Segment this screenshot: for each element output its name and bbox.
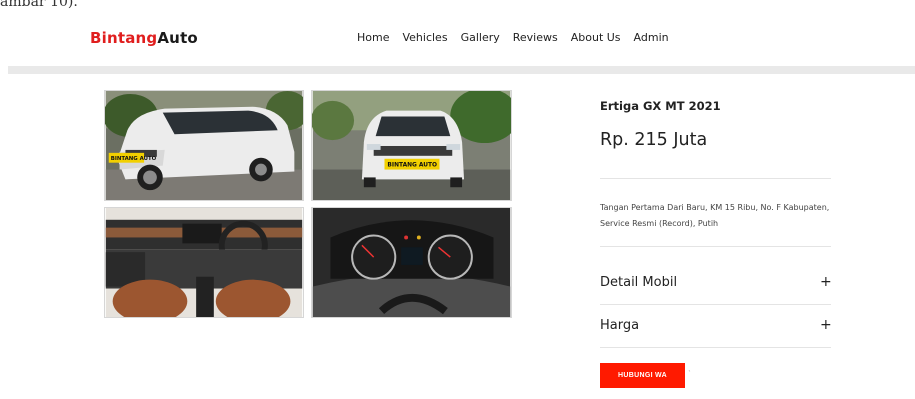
gallery-photo-car-side[interactable]: BINTANG AUTO (104, 90, 304, 201)
instrument-cluster-photo-icon (312, 208, 511, 317)
divider (600, 246, 831, 247)
nav-about-us[interactable]: About Us (571, 31, 621, 44)
listing-price: Rp. 215 Juta (600, 130, 708, 150)
nav-reviews[interactable]: Reviews (513, 31, 558, 44)
accordion-harga-label: Harga (600, 318, 640, 333)
vehicle-gallery: BINTANG AUTO BINTANG AUTO (104, 90, 513, 318)
listing-title: Ertiga GX MT 2021 (600, 99, 721, 113)
car-interior-dashboard-photo-icon (105, 208, 303, 317)
accordion-detail-mobil-label: Detail Mobil (600, 275, 678, 290)
divider (600, 347, 831, 348)
nav-home[interactable]: Home (357, 31, 389, 44)
brand-logo-accent: Bintang (90, 29, 158, 47)
listing-description: Tangan Pertama Dari Baru, KM 15 Ribu, No… (600, 203, 830, 228)
plus-icon: + (820, 317, 832, 333)
divider (600, 304, 831, 305)
nav-vehicles[interactable]: Vehicles (402, 31, 447, 44)
decorative-mark: ` (688, 370, 692, 378)
gallery-photo-car-front[interactable]: BINTANG AUTO (311, 90, 512, 201)
photo-badge-text: BINTANG AUTO (111, 156, 157, 162)
gallery-photo-instruments[interactable] (311, 207, 512, 318)
contact-whatsapp-button[interactable]: HUBUNGI WA (600, 363, 685, 388)
brand-logo-rest: Auto (157, 29, 198, 47)
divider (600, 178, 831, 179)
gallery-photo-interior[interactable] (104, 207, 304, 318)
car-front-photo-icon: BINTANG AUTO (312, 91, 511, 200)
plus-icon: + (820, 274, 832, 290)
brand-logo[interactable]: BintangAuto (90, 29, 198, 47)
nav-gallery[interactable]: Gallery (461, 31, 500, 44)
main-nav: Home Vehicles Gallery Reviews About Us A… (357, 31, 669, 44)
site-header: BintangAuto Home Vehicles Gallery Review… (0, 0, 915, 66)
car-front-side-photo-icon: BINTANG AUTO (105, 91, 303, 200)
photo-badge-text: BINTANG AUTO (387, 163, 437, 169)
header-divider (8, 66, 915, 74)
nav-admin[interactable]: Admin (634, 31, 669, 44)
